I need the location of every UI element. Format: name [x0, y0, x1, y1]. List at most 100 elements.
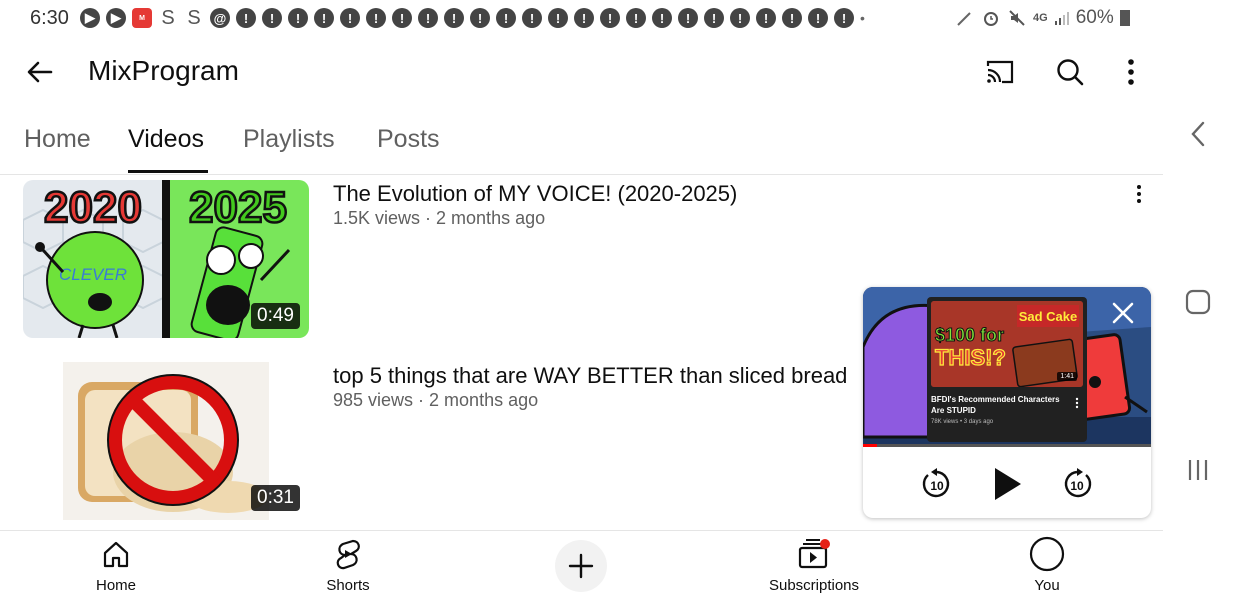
inner-video-card: Sad Cake $100 for THIS!? 1:41 BFDI's Rec… — [927, 297, 1087, 442]
channel-header: MixProgram — [0, 40, 1163, 102]
inner-more-icon — [1075, 397, 1079, 409]
manga-app-icon: M — [132, 8, 152, 28]
video-title[interactable]: top 5 things that are WAY BETTER than sl… — [333, 363, 847, 389]
battery-percent: 60% — [1075, 7, 1114, 28]
tab-posts[interactable]: Posts — [377, 125, 440, 154]
alert-icon: ! — [470, 8, 490, 28]
search-icon — [1057, 59, 1084, 86]
system-navigation-bar — [1163, 0, 1233, 600]
alert-icon: ! — [600, 8, 620, 28]
you-avatar-icon — [1029, 531, 1065, 577]
rewind-button[interactable]: 10 — [915, 462, 959, 506]
more-options-button[interactable] — [1111, 52, 1151, 92]
tab-playlists[interactable]: Playlists — [243, 125, 335, 154]
alert-icon: ! — [522, 8, 542, 28]
alert-icon: ! — [808, 8, 828, 28]
back-button[interactable] — [22, 54, 58, 90]
nav-subscriptions[interactable]: Subscriptions — [764, 531, 864, 601]
alert-icon: ! — [366, 8, 386, 28]
alert-icon: ! — [314, 8, 334, 28]
miniplayer[interactable]: Sad Cake $100 for THIS!? 1:41 BFDI's Rec… — [863, 287, 1151, 518]
signal-icon — [1054, 12, 1069, 25]
nav-label: Subscriptions — [768, 577, 860, 594]
inner-video-thumbnail: Sad Cake $100 for THIS!? 1:41 — [931, 301, 1083, 387]
subscriptions-icon — [797, 531, 831, 577]
video-thumbnail[interactable]: CLEVER 2020 2025 0:49 — [23, 180, 309, 338]
inner-this-text: THIS!? — [935, 345, 1006, 370]
search-button[interactable] — [1050, 52, 1090, 92]
video-duration: 0:31 — [251, 485, 300, 511]
inner-price-text: $100 for — [935, 325, 1004, 345]
create-plus-icon — [568, 553, 594, 579]
notification-icons: ▶ ▶ M S S @ ! ! ! ! ! ! ! ! ! ! ! ! ! ! … — [80, 6, 865, 29]
alert-icon: ! — [782, 8, 802, 28]
play-button[interactable] — [985, 462, 1029, 506]
status-bar: 6:30 ▶ ▶ M S S @ ! ! ! ! ! ! ! ! ! ! ! !… — [0, 0, 1163, 36]
system-recents-button[interactable] — [1180, 452, 1216, 488]
thumb-year-left: 2020 — [44, 183, 142, 232]
more-vert-icon — [1128, 59, 1134, 85]
chevron-left-icon — [1191, 121, 1205, 147]
nav-you[interactable]: You — [1017, 531, 1077, 601]
video-list-item[interactable]: CLEVER 2020 2025 0:49 The Evolution of M… — [0, 180, 860, 340]
system-home-button[interactable] — [1180, 284, 1216, 320]
home-square-icon — [1185, 289, 1211, 315]
alert-icon: ! — [340, 8, 360, 28]
video-title[interactable]: The Evolution of MY VOICE! (2020-2025) — [333, 181, 737, 207]
tab-videos[interactable]: Videos — [128, 125, 204, 154]
alert-icon: ! — [236, 8, 256, 28]
nav-home[interactable]: Home — [86, 531, 146, 601]
forward-seconds: 10 — [1070, 479, 1084, 493]
nav-label: You — [1034, 577, 1060, 594]
alert-icon: ! — [444, 8, 464, 28]
bottom-navigation: Home Shorts Subscriptions You — [0, 530, 1163, 601]
alert-icon: ! — [288, 8, 308, 28]
miniplayer-close-button[interactable] — [1107, 297, 1139, 329]
mute-icon — [1009, 10, 1025, 26]
back-arrow-icon — [27, 61, 53, 83]
nav-shorts[interactable]: Shorts — [318, 531, 378, 601]
alert-icon: ! — [392, 8, 412, 28]
recents-icon — [1188, 460, 1208, 480]
cast-button[interactable] — [980, 52, 1020, 92]
alert-icon: ! — [756, 8, 776, 28]
pen-icon — [957, 12, 971, 26]
alert-icon: ! — [418, 8, 438, 28]
channel-tabs: Home Videos Playlists Posts — [0, 112, 1163, 175]
cast-icon — [986, 60, 1014, 84]
channel-title: MixProgram — [88, 55, 239, 86]
alarm-icon — [984, 12, 998, 26]
network-label: 4G — [1033, 12, 1048, 24]
video-more-button[interactable] — [1128, 179, 1150, 209]
rewind-seconds: 10 — [930, 479, 944, 493]
video-list-item[interactable]: 0:31 top 5 things that are WAY BETTER th… — [0, 362, 860, 522]
rewind-10-icon: 10 — [922, 468, 950, 498]
play-notification-icon: ▶ — [80, 8, 100, 28]
thumb-year-right: 2025 — [189, 183, 287, 232]
alert-icon: ! — [262, 8, 282, 28]
sync-icon: @ — [210, 8, 230, 28]
miniplayer-video[interactable]: Sad Cake $100 for THIS!? 1:41 BFDI's Rec… — [863, 287, 1151, 447]
status-right: 4G 60% — [955, 7, 1130, 29]
nav-label: Shorts — [326, 577, 370, 594]
status-time: 6:30 — [30, 7, 69, 29]
forward-button[interactable]: 10 — [1055, 462, 1099, 506]
inner-video-title: BFDI's Recommended Characters Are STUPID — [931, 395, 1060, 415]
forward-10-icon: 10 — [1064, 468, 1092, 498]
alert-icon: ! — [626, 8, 646, 28]
alert-icon: ! — [496, 8, 516, 28]
nav-label: Home — [95, 577, 136, 594]
video-thumbnail[interactable]: 0:31 — [23, 362, 309, 520]
alert-icon: ! — [730, 8, 750, 28]
s-app-icon: S — [161, 6, 175, 29]
system-back-button[interactable] — [1180, 116, 1216, 152]
thumb-sign-text: CLEVER — [59, 265, 127, 284]
alert-icon: ! — [704, 8, 724, 28]
inner-badge-text: Sad Cake — [1019, 309, 1078, 324]
tab-home[interactable]: Home — [24, 125, 91, 154]
shorts-icon — [333, 531, 363, 577]
alert-icon: ! — [548, 8, 568, 28]
battery-icon — [1119, 10, 1130, 26]
miniplayer-progress-bar — [863, 444, 1151, 447]
create-button[interactable] — [555, 540, 607, 592]
